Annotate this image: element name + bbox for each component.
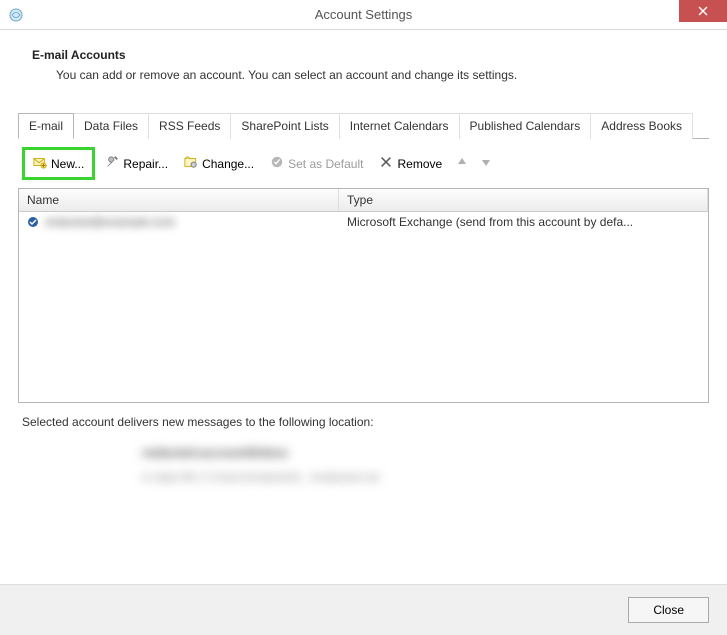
- content-area: E-mail Accounts You can add or remove an…: [0, 30, 727, 487]
- highlight-annotation: New...: [22, 147, 95, 180]
- check-circle-icon: [270, 155, 284, 172]
- x-icon: [379, 155, 393, 172]
- window-title: Account Settings: [315, 7, 413, 22]
- footer: Close: [0, 584, 727, 635]
- change-button-label: Change...: [202, 157, 254, 171]
- account-type: Microsoft Exchange (send from this accou…: [347, 215, 700, 229]
- tab-published-calendars[interactable]: Published Calendars: [460, 113, 592, 139]
- column-header-type[interactable]: Type: [339, 189, 708, 211]
- set-default-button[interactable]: Set as Default: [264, 152, 369, 175]
- titlebar: Account Settings: [0, 0, 727, 30]
- repair-button-label: Repair...: [123, 157, 168, 171]
- envelope-new-icon: [33, 155, 47, 172]
- new-button-label: New...: [51, 157, 84, 171]
- close-button[interactable]: Close: [628, 597, 709, 623]
- change-button[interactable]: Change...: [178, 152, 260, 175]
- delivery-location-file: in data file C:\Users\redacted\...\redac…: [142, 468, 379, 487]
- page-description: You can add or remove an account. You ca…: [56, 68, 709, 82]
- tab-data-files[interactable]: Data Files: [74, 113, 149, 139]
- tab-internet-calendars[interactable]: Internet Calendars: [340, 113, 460, 139]
- remove-button-label: Remove: [397, 157, 442, 171]
- repair-button[interactable]: Repair...: [99, 152, 174, 175]
- move-up-button[interactable]: [452, 156, 472, 171]
- window-close-button[interactable]: [679, 0, 727, 22]
- tab-sharepoint-lists[interactable]: SharePoint Lists: [231, 113, 339, 139]
- tabs: E-mail Data Files RSS Feeds SharePoint L…: [18, 112, 709, 139]
- account-list: Name Type redacted@example.com Microsoft…: [18, 188, 709, 403]
- move-down-button[interactable]: [476, 156, 496, 171]
- list-row[interactable]: redacted@example.com Microsoft Exchange …: [19, 212, 708, 232]
- default-account-icon: [27, 216, 39, 228]
- remove-button[interactable]: Remove: [373, 152, 448, 175]
- account-name: redacted@example.com: [45, 215, 175, 229]
- tab-email[interactable]: E-mail: [18, 113, 74, 139]
- tab-rss-feeds[interactable]: RSS Feeds: [149, 113, 231, 139]
- wrench-icon: [105, 155, 119, 172]
- column-header-name[interactable]: Name: [19, 189, 339, 211]
- new-button[interactable]: New...: [27, 152, 90, 175]
- folder-gear-icon: [184, 155, 198, 172]
- list-body: redacted@example.com Microsoft Exchange …: [19, 212, 708, 402]
- delivery-location-label: Selected account delivers new messages t…: [22, 415, 709, 429]
- list-header: Name Type: [19, 189, 708, 212]
- tab-address-books[interactable]: Address Books: [591, 113, 693, 139]
- delivery-location-path: redacted.account\Inbox: [142, 443, 288, 464]
- app-icon: [8, 7, 24, 23]
- delivery-location-section: Selected account delivers new messages t…: [18, 403, 709, 487]
- set-default-button-label: Set as Default: [288, 157, 363, 171]
- toolbar: New... Repair... Change... Set as Defa: [18, 139, 709, 188]
- page-title: E-mail Accounts: [32, 48, 709, 62]
